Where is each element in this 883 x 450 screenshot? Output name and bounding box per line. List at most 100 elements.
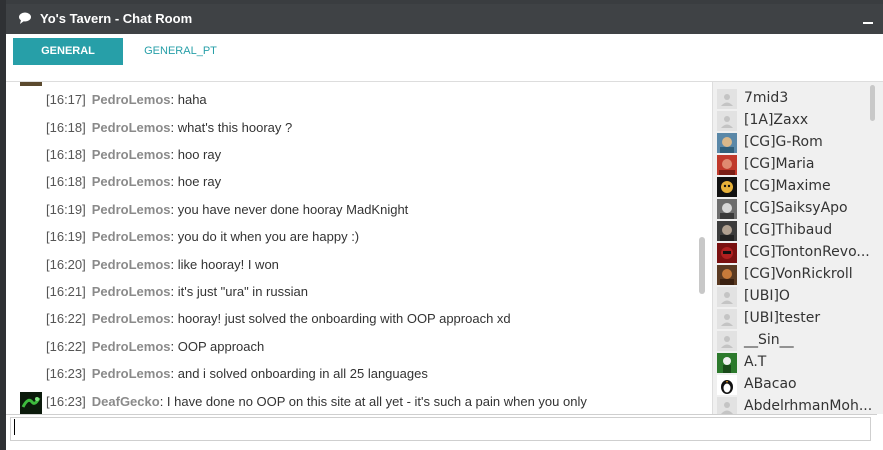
message-text: : OOP approach [170,339,265,354]
message-row: [16:17] PedroLemos: haha [46,92,207,112]
message-username[interactable]: PedroLemos [92,120,171,135]
message-username[interactable]: PedroLemos [92,257,171,272]
message-username[interactable]: PedroLemos [92,366,171,381]
user-name: __Sin__ [744,332,794,348]
message-text: : you have never done hooray MadKnight [170,202,409,217]
message-timestamp: [16:23] [46,394,86,409]
message-text: : and i solved onboarding in all 25 lang… [170,366,428,381]
message-text: : you do it when you are happy :) [170,229,360,244]
message-timestamp: [16:22] [46,311,86,326]
avatar [717,221,737,241]
avatar [20,82,42,86]
message-input[interactable] [10,417,871,441]
avatar [717,243,737,263]
message-timestamp: [16:21] [46,284,86,299]
user-list-item[interactable]: [UBI]tester [713,308,883,330]
message-row: [16:19] PedroLemos: you have never done h… [46,202,408,222]
user-name: [CG]Thibaud [744,222,833,238]
message-text: : like hooray! I won [170,257,279,272]
user-list-item[interactable]: [CG]Maria [713,154,883,176]
message-username[interactable]: PedroLemos [92,311,171,326]
message-username[interactable]: PedroLemos [92,229,171,244]
avatar [717,375,737,395]
user-list-item[interactable]: [CG]SaiksyApo [713,198,883,220]
user-name: [CG]Maxime [744,178,831,194]
message-timestamp: [16:23] [46,366,86,381]
message-username[interactable]: PedroLemos [92,284,171,299]
message-input-bar [6,414,877,445]
tab-general-pt[interactable]: GENERAL_PT [123,38,238,65]
message-timestamp: [16:20] [46,257,86,272]
default-user-icon [717,309,737,329]
user-name: [CG]VonRickroll [744,266,853,282]
user-list-item[interactable]: [CG]TontonRevo... [713,242,883,264]
user-name: A.T [744,354,767,370]
message-text: : what's this hooray ? [170,120,293,135]
avatar [717,199,737,219]
user-list-item[interactable]: 7mid3 [713,88,883,110]
default-user-icon [717,89,737,109]
message-row: [16:23] DeafGecko: I have done no OOP on … [46,394,587,414]
chat-window: Yo's Tavern - Chat Room GENERAL GENERAL_… [6,4,883,450]
message-timestamp: [16:22] [46,339,86,354]
message-username[interactable]: DeafGecko [92,394,160,409]
message-username[interactable]: PedroLemos [92,147,171,162]
user-list-item[interactable]: A.T [713,352,883,374]
user-name: [1A]Zaxx [744,112,809,128]
text-cursor [14,419,15,435]
message-username[interactable]: PedroLemos [92,339,171,354]
user-name: 7mid3 [744,90,789,106]
avatar [20,392,42,414]
user-list-scrollbar[interactable] [870,85,875,121]
chat-bubble-icon [19,12,31,24]
message-timestamp: [16:19] [46,229,86,244]
message-username[interactable]: PedroLemos [92,174,171,189]
minimize-icon[interactable] [863,22,873,24]
message-row: [16:18] PedroLemos: hoo ray [46,147,221,167]
default-user-icon [717,287,737,307]
user-name: [CG]G-Rom [744,134,823,150]
message-text: : it's just "ura" in russian [170,284,308,299]
message-text: : I have done no OOP on this site at all… [159,394,587,409]
user-list-item[interactable]: __Sin__ [713,330,883,352]
avatar [717,133,737,153]
avatar [717,177,737,197]
user-name: [CG]SaiksyApo [744,200,848,216]
message-username[interactable]: PedroLemos [92,202,171,217]
user-list-item[interactable]: [CG]Thibaud [713,220,883,242]
message-row: [16:20] PedroLemos: like hooray! I won [46,257,279,277]
message-text: : haha [170,92,207,107]
user-list-item[interactable]: [CG]G-Rom [713,132,883,154]
title-bar: Yo's Tavern - Chat Room [6,4,883,34]
user-list-item[interactable]: AbdelrhmanMoh... [713,396,883,414]
message-username[interactable]: PedroLemos [92,92,171,107]
avatar [717,353,737,373]
user-list[interactable]: 7mid3 [1A]Zaxx [CG]G-Rom [CG]Maria [CG]M… [712,82,883,414]
message-list[interactable]: [16:17] PedroLemos: haha [16:18] PedroLemo… [6,82,706,414]
message-timestamp: [16:18] [46,174,86,189]
tab-general[interactable]: GENERAL [13,38,123,65]
user-list-item[interactable]: [1A]Zaxx [713,110,883,132]
window-title: Yo's Tavern - Chat Room [40,11,193,26]
message-timestamp: [16:18] [46,120,86,135]
message-row: [16:22] PedroLemos: hooray! just solved t… [46,311,511,331]
default-user-icon [717,111,737,131]
user-list-item[interactable]: ABacao [713,374,883,396]
user-list-item[interactable]: [CG]Maxime [713,176,883,198]
user-name: ABacao [744,376,797,392]
user-name: [CG]Maria [744,156,815,172]
default-user-icon [717,397,737,414]
user-name: [UBI]O [744,288,790,304]
default-user-icon [717,331,737,351]
message-text: : hoe ray [170,174,222,189]
message-timestamp: [16:18] [46,147,86,162]
message-scrollbar[interactable] [699,237,705,294]
message-text: : hooray! just solved the onboarding wit… [170,311,511,326]
message-row: [16:18] PedroLemos: what's this hooray ? [46,120,292,140]
message-text: : hoo ray [170,147,222,162]
user-name: [CG]TontonRevo... [744,244,870,260]
message-row: [16:23] PedroLemos: and i solved onboardi… [46,366,428,386]
message-timestamp: [16:17] [46,92,86,107]
user-list-item[interactable]: [UBI]O [713,286,883,308]
user-list-item[interactable]: [CG]VonRickroll [713,264,883,286]
